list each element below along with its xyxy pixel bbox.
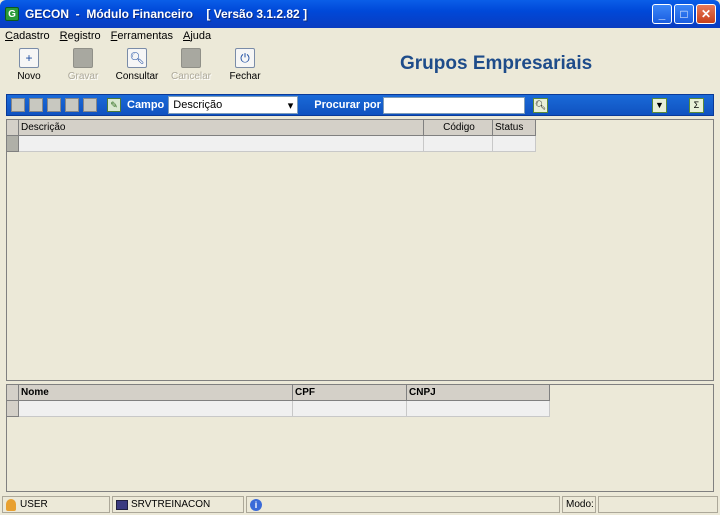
- search-icon: 🔍︎: [127, 48, 147, 68]
- table-row[interactable]: [7, 136, 536, 152]
- detail-grid[interactable]: Nome CPF CNPJ: [6, 384, 714, 492]
- status-modo-value: [598, 496, 718, 513]
- app-icon[interactable]: G: [5, 7, 19, 21]
- menu-registro[interactable]: Registro: [55, 30, 106, 42]
- menu-bar: Cadastro Registro Ferramentas Ajuda: [0, 28, 720, 44]
- cancelar-button[interactable]: Cancelar: [164, 44, 218, 88]
- maximize-button[interactable]: □: [674, 4, 694, 24]
- search-go-icon[interactable]: 🔍︎: [532, 97, 548, 113]
- computer-icon: [116, 499, 128, 510]
- col-status[interactable]: Status: [493, 120, 536, 136]
- campo-label: Campo: [127, 99, 165, 111]
- page-title: Grupos Empresariais: [400, 53, 593, 74]
- cancel-icon: [181, 48, 201, 68]
- status-info: i: [246, 496, 560, 513]
- user-icon: [6, 498, 16, 511]
- search-bar: ✎ Campo Descrição ▾ Procurar por 🔍︎ ▼ Σ: [6, 94, 714, 116]
- sum-icon[interactable]: Σ: [688, 97, 704, 113]
- save-icon: [73, 48, 93, 68]
- first-record-button[interactable]: [11, 98, 25, 112]
- chevron-down-icon: ▾: [287, 99, 294, 112]
- status-user: USER: [2, 496, 110, 513]
- row-indicator-header: [7, 385, 19, 401]
- novo-button[interactable]: + Novo: [2, 44, 56, 88]
- fechar-button[interactable]: ⏻ Fechar: [218, 44, 272, 88]
- toolbar: + Novo Gravar 🔍︎ Consultar Cancelar ⏻ Fe…: [2, 44, 718, 88]
- edit-icon[interactable]: ✎: [107, 98, 121, 112]
- menu-ajuda[interactable]: Ajuda: [178, 30, 216, 42]
- row-indicator: [7, 136, 19, 152]
- title-bar[interactable]: G GECON - Módulo Financeiro [ Versão 3.1…: [0, 0, 720, 28]
- filter-icon[interactable]: ▼: [651, 97, 667, 113]
- close-button[interactable]: ✕: [696, 4, 716, 24]
- prev-record-button[interactable]: [29, 98, 43, 112]
- campo-select[interactable]: Descrição ▾: [168, 96, 299, 114]
- power-icon: ⏻: [235, 48, 255, 68]
- status-server: SRVTREINACON: [112, 496, 244, 513]
- main-grid[interactable]: Descrição Código Status: [6, 119, 714, 381]
- row-indicator: [7, 401, 19, 417]
- procurar-input[interactable]: [382, 96, 525, 114]
- gravar-button[interactable]: Gravar: [56, 44, 110, 88]
- window-title: GECON - Módulo Financeiro [ Versão 3.1.2…: [25, 7, 308, 21]
- col-descricao[interactable]: Descrição: [19, 120, 424, 136]
- col-cpf[interactable]: CPF: [293, 385, 407, 401]
- last-record-button[interactable]: [65, 98, 79, 112]
- col-cnpj[interactable]: CNPJ: [407, 385, 550, 401]
- col-codigo[interactable]: Código: [424, 120, 493, 136]
- col-nome[interactable]: Nome: [19, 385, 293, 401]
- row-indicator-header: [7, 120, 19, 136]
- procurar-label: Procurar por: [314, 99, 381, 111]
- consultar-button[interactable]: 🔍︎ Consultar: [110, 44, 164, 88]
- next-record-button[interactable]: [47, 98, 61, 112]
- table-row[interactable]: [7, 401, 550, 417]
- status-modo-label: Modo:: [562, 496, 596, 513]
- minimize-button[interactable]: _: [652, 4, 672, 24]
- menu-ferramentas[interactable]: Ferramentas: [106, 30, 178, 42]
- new-document-icon: +: [19, 48, 39, 68]
- refresh-record-button[interactable]: [83, 98, 97, 112]
- menu-cadastro[interactable]: Cadastro: [0, 30, 55, 42]
- status-bar: USER SRVTREINACON i Modo:: [0, 494, 720, 515]
- info-icon: i: [250, 498, 262, 511]
